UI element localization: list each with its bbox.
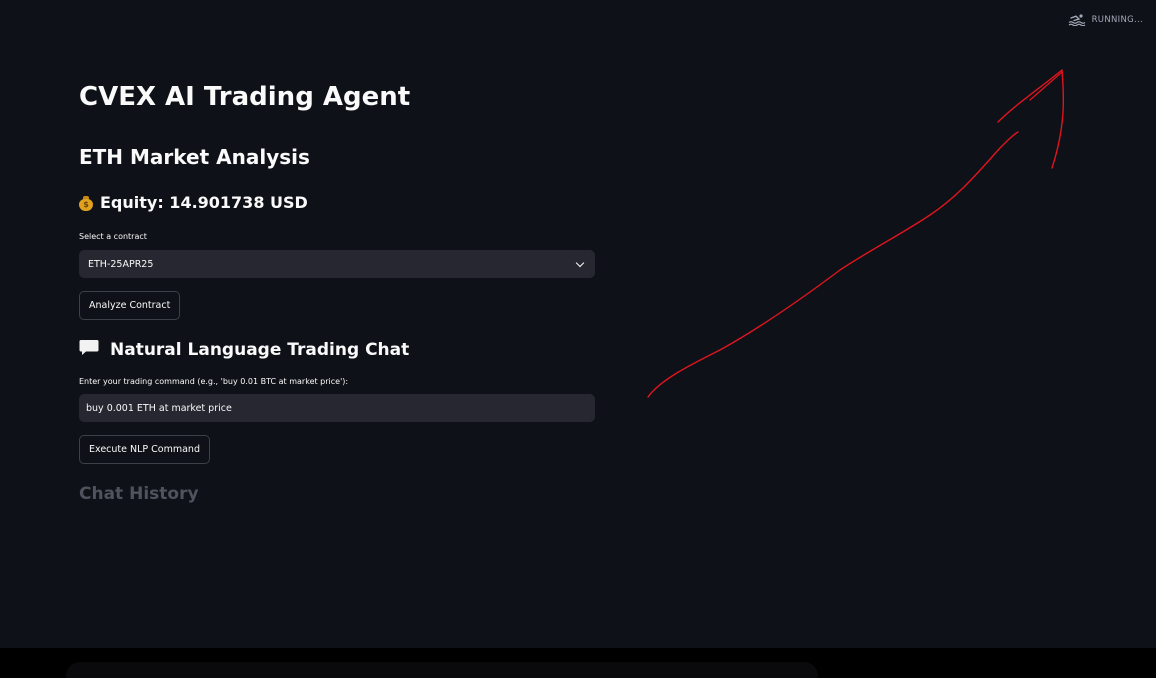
chat-heading-text: Natural Language Trading Chat <box>110 340 410 360</box>
app-root: RUNNING... CVEX AI Trading Agent ETH Mar… <box>0 0 1156 678</box>
running-swimmer-icon <box>1068 14 1086 26</box>
contract-select-label: Select a contract <box>79 232 147 241</box>
equity-text: Equity: 14.901738 USD <box>100 193 308 212</box>
chevron-down-icon <box>575 258 585 267</box>
chat-heading: Natural Language Trading Chat <box>79 339 409 361</box>
section-subtitle: ETH Market Analysis <box>79 145 310 169</box>
execute-nlp-command-button[interactable]: Execute NLP Command <box>79 435 210 464</box>
equity-heading: $ Equity: 14.901738 USD <box>79 193 308 212</box>
contract-select[interactable]: ETH-25APR25 <box>79 250 595 278</box>
status-widget: RUNNING... <box>1068 14 1143 26</box>
speech-bubble-icon <box>79 339 99 361</box>
page-title: CVEX AI Trading Agent <box>79 82 411 112</box>
chat-input-container <box>66 662 818 678</box>
status-text: RUNNING... <box>1091 15 1143 25</box>
command-input-label: Enter your trading command (e.g., 'buy 0… <box>79 377 349 386</box>
command-input[interactable] <box>79 394 595 422</box>
chat-history-heading: Chat History <box>79 484 199 504</box>
money-bag-icon: $ <box>79 195 93 211</box>
contract-select-value: ETH-25APR25 <box>88 258 154 270</box>
analyze-contract-button[interactable]: Analyze Contract <box>79 291 181 320</box>
bottom-bar <box>0 648 1156 678</box>
